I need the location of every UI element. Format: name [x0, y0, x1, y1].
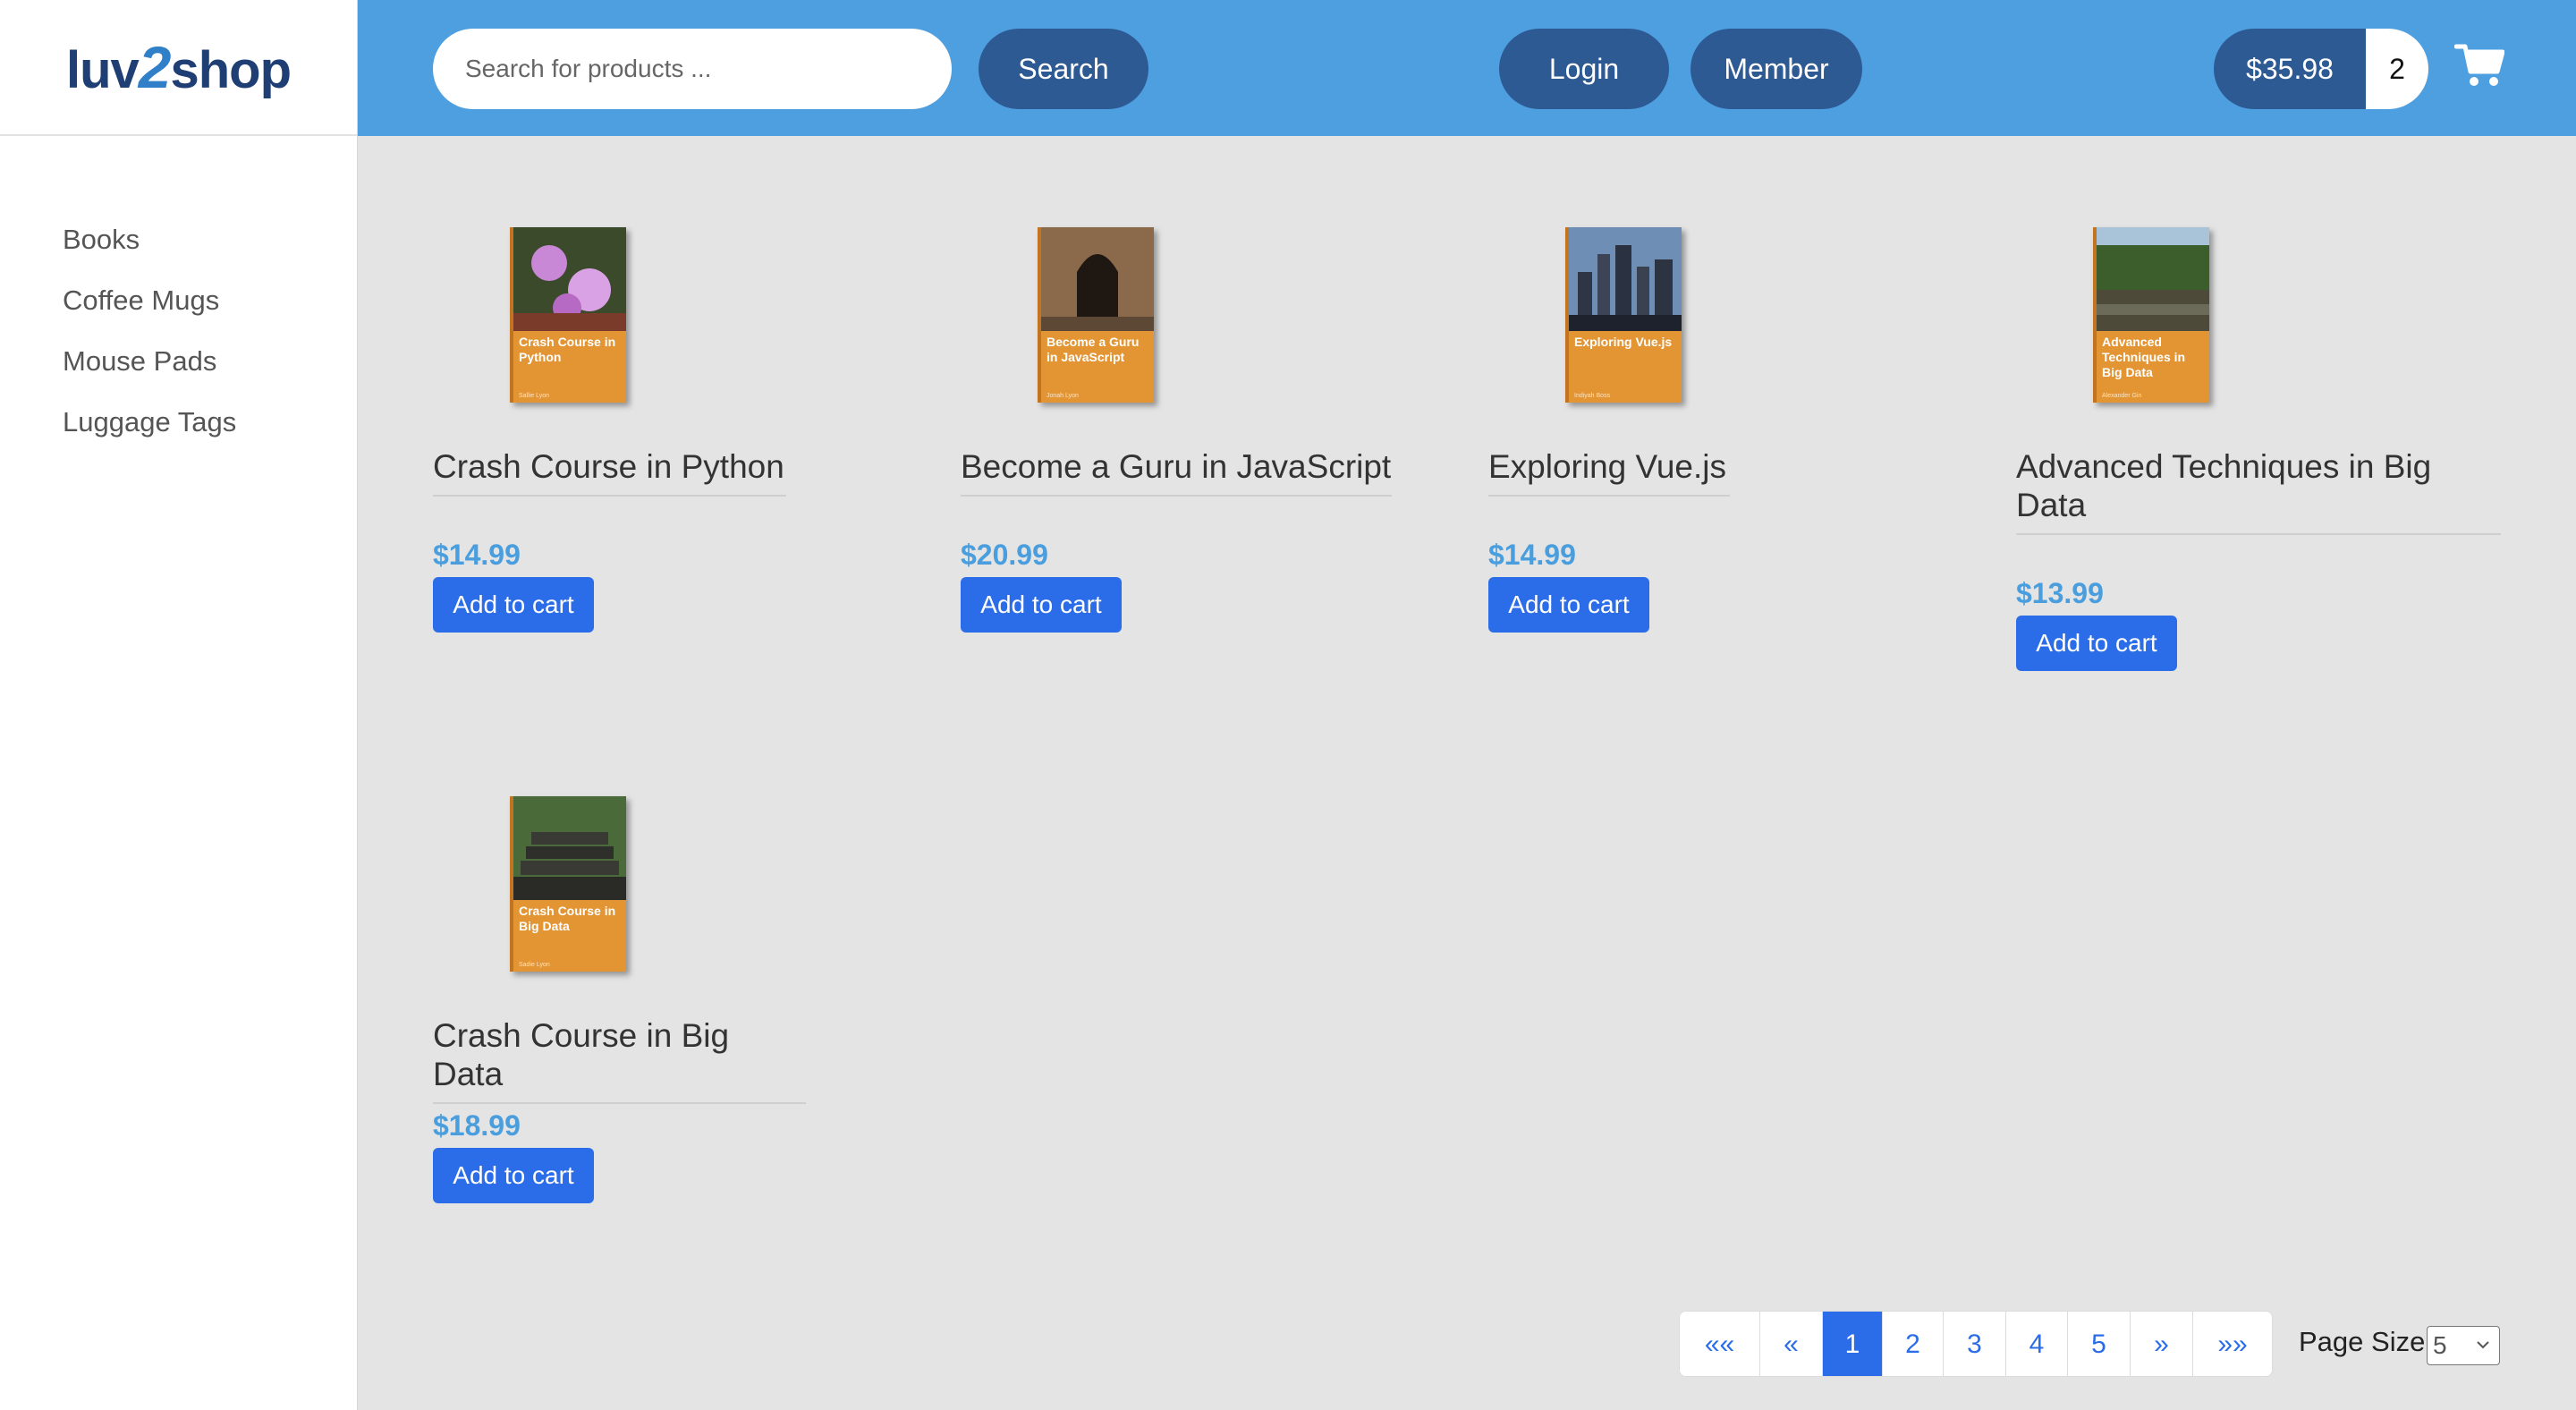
product-price: $13.99 — [2016, 577, 2104, 609]
product-title[interactable]: Exploring Vue.js — [1488, 447, 1730, 497]
cover-photo-steps — [513, 796, 626, 900]
cart-total-price: $35.98 — [2214, 29, 2366, 109]
cover-title: Exploring Vue.js — [1574, 335, 1673, 349]
sidebar-item-books[interactable]: Books — [63, 209, 357, 270]
search-button[interactable]: Search — [979, 29, 1148, 109]
add-to-cart-button[interactable]: Add to cart — [433, 577, 594, 633]
cover-title: Crash Course in Python — [519, 335, 616, 364]
add-to-cart-button[interactable]: Add to cart — [2016, 616, 2177, 671]
login-button[interactable]: Login — [1499, 29, 1669, 109]
add-to-cart-button[interactable]: Add to cart — [433, 1148, 594, 1203]
sidebar-item-luggage-tags[interactable]: Luggage Tags — [63, 392, 357, 453]
sidebar: luv2shop Books Coffee Mugs Mouse Pads Lu… — [0, 0, 358, 1410]
cart-total-quantity: 2 — [2366, 29, 2428, 109]
first-page-button[interactable]: «« — [1680, 1312, 1760, 1376]
product-title[interactable]: Become a Guru in JavaScript — [961, 447, 1392, 497]
cover-photo-skyline — [1569, 227, 1682, 331]
book-cover-image[interactable]: Advanced Techniques in Big Data Alexande… — [2093, 227, 2209, 403]
shopping-cart-icon[interactable] — [2454, 43, 2504, 88]
page-size-select[interactable]: 5 — [2427, 1326, 2500, 1365]
cover-title: Advanced Techniques in Big Data — [2102, 335, 2186, 379]
logo[interactable]: luv2shop — [0, 0, 357, 136]
sidebar-item-mouse-pads[interactable]: Mouse Pads — [63, 331, 357, 392]
top-header: Search Login Member $35.98 2 — [358, 0, 2576, 136]
logo-text-left: luv — [65, 41, 140, 99]
page-4-button[interactable]: 4 — [2006, 1312, 2068, 1376]
logo-text-right: shop — [170, 41, 292, 99]
cover-author: Indiyah Boss — [1574, 393, 1611, 399]
page-5-button[interactable]: 5 — [2068, 1312, 2131, 1376]
cover-photo-river — [2097, 227, 2209, 331]
book-cover-image[interactable]: Crash Course in Big Data Sadie Lyon — [510, 796, 626, 972]
cover-author: Jonah Lyon — [1046, 393, 1079, 399]
search-input[interactable] — [433, 29, 952, 109]
product-price: $20.99 — [961, 539, 1048, 571]
product-title[interactable]: Crash Course in Python — [433, 447, 786, 497]
cover-author: Sallie Lyon — [519, 393, 549, 399]
last-page-button[interactable]: »» — [2193, 1312, 2272, 1376]
book-cover-image[interactable]: Become a Guru in JavaScript Jonah Lyon — [1038, 227, 1154, 403]
logo-text: luv2shop — [65, 33, 292, 101]
product-title[interactable]: Crash Course in Big Data — [433, 1016, 806, 1104]
page-size-label: Page Size — [2299, 1326, 2426, 1357]
logo-text-two: 2 — [138, 34, 172, 100]
product-price: $14.99 — [1488, 539, 1576, 571]
add-to-cart-button[interactable]: Add to cart — [1488, 577, 1649, 633]
page-3-button[interactable]: 3 — [1944, 1312, 2006, 1376]
product-price: $18.99 — [433, 1109, 521, 1142]
add-to-cart-button[interactable]: Add to cart — [961, 577, 1122, 633]
chevron-down-icon — [2477, 1341, 2489, 1349]
cart-status: $35.98 2 — [2214, 29, 2428, 109]
cover-photo-archway — [1041, 227, 1154, 331]
product-price: $14.99 — [433, 539, 521, 571]
cover-author: Alexander Gin — [2102, 393, 2142, 399]
sidebar-item-coffee-mugs[interactable]: Coffee Mugs — [63, 270, 357, 331]
member-button[interactable]: Member — [1690, 29, 1862, 109]
previous-page-button[interactable]: « — [1760, 1312, 1823, 1376]
page-1-button[interactable]: 1 — [1823, 1312, 1883, 1376]
cover-photo-flowers — [513, 227, 626, 331]
product-title[interactable]: Advanced Techniques in Big Data — [2016, 447, 2501, 535]
book-cover-image[interactable]: Crash Course in Python Sallie Lyon — [510, 227, 626, 403]
cover-author: Sadie Lyon — [519, 962, 550, 968]
page-2-button[interactable]: 2 — [1883, 1312, 1944, 1376]
page-size-value: 5 — [2433, 1331, 2447, 1359]
category-nav: Books Coffee Mugs Mouse Pads Luggage Tag… — [0, 136, 357, 453]
pagination: «« « 1 2 3 4 5 » »» — [1679, 1311, 2273, 1377]
next-page-button[interactable]: » — [2131, 1312, 2193, 1376]
cover-title: Become a Guru in JavaScript — [1046, 335, 1140, 364]
cover-title: Crash Course in Big Data — [519, 904, 616, 933]
book-cover-image[interactable]: Exploring Vue.js Indiyah Boss — [1565, 227, 1682, 403]
